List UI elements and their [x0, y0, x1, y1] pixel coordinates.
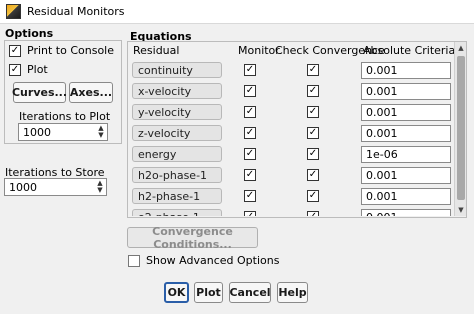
iterations-to-plot-label: Iterations to Plot	[19, 110, 111, 123]
check-convergence-checkbox[interactable]: ✓	[307, 85, 319, 97]
stepper-down-icon[interactable]: ▼	[98, 132, 103, 139]
convergence-conditions-button[interactable]: Convergence Conditions...	[127, 225, 258, 251]
print-to-console-toggle[interactable]: ✓ Print to Console	[9, 44, 114, 57]
plot-checkbox[interactable]: ✓	[9, 63, 21, 76]
scrollbar-thumb[interactable]	[457, 56, 465, 200]
print-to-console-label: Print to Console	[27, 44, 115, 57]
table-row: y-velocity ✓ ✓	[132, 102, 452, 123]
monitor-column-header: Monitor	[238, 44, 280, 57]
absolute-criteria-input[interactable]	[361, 62, 451, 79]
show-advanced-options-label: Show Advanced Options	[146, 254, 280, 267]
table-row: h2o-phase-1 ✓ ✓	[132, 165, 452, 186]
absolute-criteria-input[interactable]	[361, 209, 451, 216]
monitor-checkbox[interactable]: ✓	[244, 127, 256, 139]
window-title: Residual Monitors	[27, 5, 125, 18]
absolute-criteria-input[interactable]	[361, 146, 451, 163]
check-convergence-checkbox[interactable]: ✓	[307, 211, 319, 216]
table-row: x-velocity ✓ ✓	[132, 81, 452, 102]
check-convergence-checkbox[interactable]: ✓	[307, 190, 319, 202]
absolute-criteria-input[interactable]	[361, 125, 451, 142]
plot-label: Plot	[27, 63, 48, 76]
monitor-checkbox[interactable]: ✓	[244, 211, 256, 216]
equations-table: continuity ✓ ✓ x-velocity ✓ ✓ y-velocity…	[128, 58, 453, 216]
monitor-checkbox[interactable]: ✓	[244, 64, 256, 76]
residual-column-header: Residual	[133, 44, 180, 57]
iterations-to-plot-stepper[interactable]: ▲ ▼	[18, 123, 108, 141]
options-heading: Options	[5, 27, 54, 40]
stepper-arrows[interactable]: ▲ ▼	[95, 124, 107, 140]
title-bar: Residual Monitors	[0, 0, 474, 24]
check-convergence-checkbox[interactable]: ✓	[307, 169, 319, 181]
show-advanced-options-checkbox[interactable]	[128, 254, 140, 267]
residual-name: z-velocity	[132, 125, 222, 141]
fluent-app-icon	[6, 4, 21, 19]
cancel-button[interactable]: Cancel	[229, 282, 271, 303]
stepper-arrows[interactable]: ▲ ▼	[94, 179, 106, 195]
absolute-criteria-input[interactable]	[361, 104, 451, 121]
monitor-checkbox[interactable]: ✓	[244, 85, 256, 97]
table-row: o2-phase-1 ✓ ✓	[132, 207, 452, 216]
residual-name: energy	[132, 146, 222, 162]
residual-name: y-velocity	[132, 104, 222, 120]
absolute-criteria-input[interactable]	[361, 83, 451, 100]
residual-name: h2-phase-1	[132, 188, 222, 204]
show-advanced-options-toggle[interactable]: Show Advanced Options	[128, 254, 279, 267]
help-button[interactable]: Help	[277, 282, 308, 303]
check-convergence-checkbox[interactable]: ✓	[307, 64, 319, 76]
scroll-down-icon[interactable]: ▼	[455, 204, 467, 216]
ok-button[interactable]: OK	[164, 282, 189, 303]
residual-name: x-velocity	[132, 83, 222, 99]
iterations-to-plot-input[interactable]	[19, 124, 95, 140]
iterations-to-store-input[interactable]	[5, 179, 94, 195]
monitor-checkbox[interactable]: ✓	[244, 169, 256, 181]
table-row: continuity ✓ ✓	[132, 60, 452, 81]
stepper-down-icon[interactable]: ▼	[97, 187, 102, 194]
check-convergence-checkbox[interactable]: ✓	[307, 148, 319, 160]
absolute-criteria-column-header: Absolute Criteria	[363, 44, 456, 57]
scroll-up-icon[interactable]: ▲	[455, 42, 467, 54]
residual-name: h2o-phase-1	[132, 167, 222, 183]
monitor-checkbox[interactable]: ✓	[244, 148, 256, 160]
absolute-criteria-input[interactable]	[361, 167, 451, 184]
residual-name: continuity	[132, 62, 222, 78]
monitor-checkbox[interactable]: ✓	[244, 190, 256, 202]
residual-name: o2-phase-1	[132, 209, 222, 216]
print-to-console-checkbox[interactable]: ✓	[9, 44, 21, 57]
equations-scrollbar[interactable]: ▲ ▼	[454, 42, 466, 216]
table-row: energy ✓ ✓	[132, 144, 452, 165]
check-convergence-checkbox[interactable]: ✓	[307, 127, 319, 139]
iterations-to-store-stepper[interactable]: ▲ ▼	[4, 178, 107, 196]
check-convergence-checkbox[interactable]: ✓	[307, 106, 319, 118]
axes-button[interactable]: Axes...	[69, 82, 113, 103]
plot-toggle[interactable]: ✓ Plot	[9, 63, 48, 76]
absolute-criteria-input[interactable]	[361, 188, 451, 205]
monitor-checkbox[interactable]: ✓	[244, 106, 256, 118]
table-row: h2-phase-1 ✓ ✓	[132, 186, 452, 207]
plot-button[interactable]: Plot	[194, 282, 223, 303]
table-row: z-velocity ✓ ✓	[132, 123, 452, 144]
curves-button[interactable]: Curves...	[12, 82, 67, 103]
